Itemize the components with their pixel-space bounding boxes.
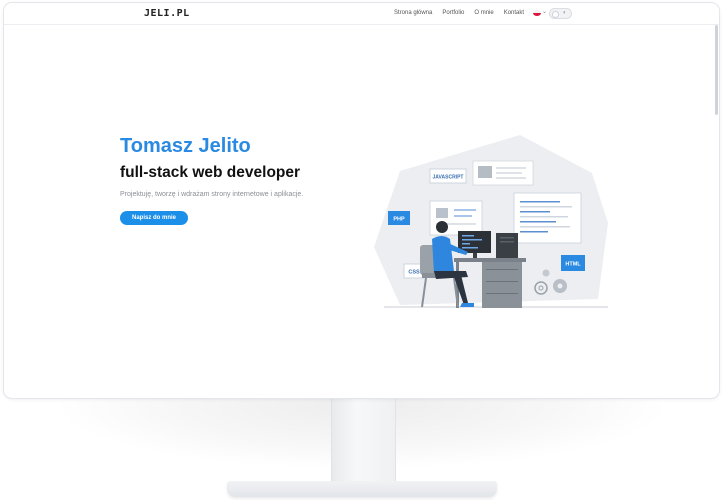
chevron-down-icon[interactable]: ⌄ — [542, 8, 547, 15]
desk-top — [454, 258, 526, 262]
contact-cta-button[interactable]: Napisz do mnie — [120, 211, 189, 225]
monitor-base — [227, 481, 497, 497]
nav-item-home[interactable]: Strona główna — [394, 10, 432, 16]
site-logo[interactable]: JELI.PL — [144, 8, 190, 19]
html-label: HTML — [565, 262, 581, 268]
monitor-neck — [331, 398, 396, 482]
php-label: PHP — [393, 217, 405, 223]
developer-illustration: JAVASCRIPT PHP CSS HTML — [374, 135, 608, 308]
polish-flag-icon[interactable] — [533, 10, 541, 16]
toggle-knob — [552, 10, 559, 18]
desk-drawers — [482, 262, 522, 308]
hero-title: Tomasz Jelito — [120, 135, 251, 157]
css-label: CSS — [408, 270, 420, 276]
scrollbar[interactable] — [715, 25, 718, 115]
hero-description: Projektuję, tworzę i wdrażam strony inte… — [120, 191, 304, 198]
desk-monitor — [458, 231, 491, 253]
hero-subtitle: full-stack web developer — [120, 164, 301, 181]
monitor-screen: JELI.PL Strona główna Portfolio O mnie K… — [3, 2, 720, 399]
nav-item-portfolio[interactable]: Portfolio — [442, 10, 464, 16]
pc-tower — [496, 233, 518, 259]
nav-item-contact[interactable]: Kontakt — [504, 10, 524, 16]
nav-item-about[interactable]: O mnie — [474, 10, 493, 16]
main-nav: Strona główna Portfolio O mnie Kontakt — [394, 10, 524, 16]
javascript-label: JAVASCRIPT — [433, 175, 464, 181]
moon-icon: ◐ — [563, 10, 567, 16]
theme-toggle[interactable]: ◐ — [549, 8, 572, 19]
navbar: JELI.PL Strona główna Portfolio O mnie K… — [4, 3, 719, 25]
code-panel-right — [513, 192, 582, 244]
